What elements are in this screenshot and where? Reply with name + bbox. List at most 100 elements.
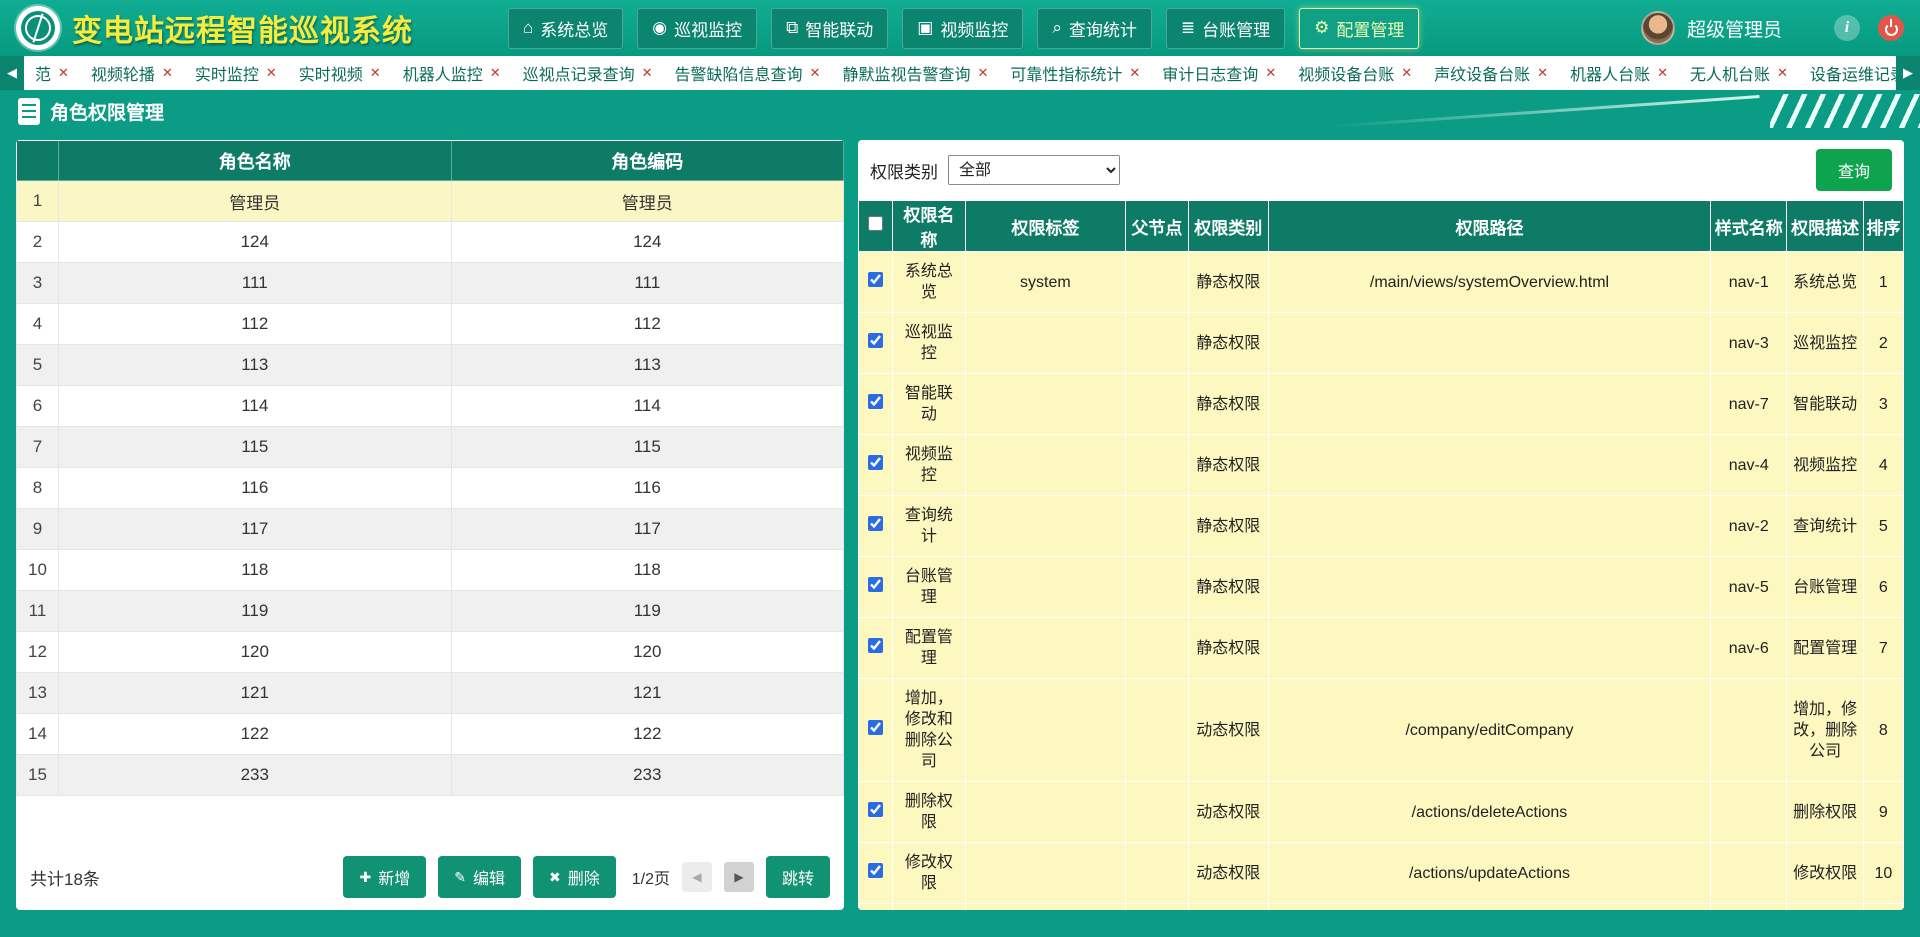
nav-item-5[interactable]: ⌕查询统计	[1037, 8, 1152, 49]
tab-4[interactable]: 实时视频✕	[288, 56, 392, 90]
permission-row: 删除权限动态权限/actions/deleteActions删除权限9	[859, 782, 1904, 843]
roles-name-header: 角色名称	[59, 141, 452, 181]
tab-close-icon[interactable]: ✕	[162, 65, 173, 81]
main-content: 角色名称 角色编码 1管理员管理员21241243111111411211251…	[0, 132, 1920, 910]
tab-close-icon[interactable]: ✕	[490, 65, 501, 81]
tab-1[interactable]: 范✕	[24, 56, 80, 90]
permission-row: 视频监控静态权限nav-4视频监控4	[859, 435, 1904, 496]
tab-close-icon[interactable]: ✕	[1777, 65, 1788, 81]
tab-close-icon[interactable]: ✕	[642, 65, 653, 81]
role-row[interactable]: 8116116	[17, 468, 844, 509]
decor-diagonal-line	[1330, 95, 1759, 128]
permission-row: 配置管理静态权限nav-6配置管理7	[859, 618, 1904, 679]
app-logo	[16, 6, 60, 50]
tab-9[interactable]: 可靠性指标统计✕	[999, 56, 1151, 90]
next-page-button[interactable]: ▶	[724, 862, 754, 892]
globe-icon	[21, 11, 55, 45]
tab-15[interactable]: 设备运维记录✕	[1799, 56, 1896, 90]
tab-13[interactable]: 机器人台账✕	[1559, 56, 1679, 90]
perm-order-header: 排序	[1863, 201, 1903, 252]
tab-close-icon[interactable]: ✕	[58, 65, 69, 81]
role-row[interactable]: 1管理员管理员	[17, 181, 844, 222]
role-row[interactable]: 7115115	[17, 427, 844, 468]
tab-6[interactable]: 巡视点记录查询✕	[512, 56, 664, 90]
role-row[interactable]: 14122122	[17, 714, 844, 755]
prev-page-button[interactable]: ◀	[682, 862, 712, 892]
row-checkbox[interactable]	[868, 516, 883, 531]
home-icon: ⌂	[523, 18, 533, 38]
user-avatar[interactable]	[1641, 11, 1675, 45]
row-checkbox[interactable]	[868, 272, 883, 287]
permission-type-select[interactable]: 全部	[948, 155, 1120, 185]
tab-close-icon[interactable]: ✕	[1129, 65, 1140, 81]
role-row[interactable]: 3111111	[17, 263, 844, 304]
tab-3[interactable]: 实时监控✕	[184, 56, 288, 90]
role-row[interactable]: 2124124	[17, 222, 844, 263]
permission-row: 巡视监控静态权限nav-3巡视监控2	[859, 313, 1904, 374]
user-area: 超级管理员 i	[1641, 11, 1904, 45]
tabs-container: 范✕视频轮播✕实时监控✕实时视频✕机器人监控✕巡视点记录查询✕告警缺陷信息查询✕…	[24, 56, 1896, 90]
info-icon[interactable]: i	[1834, 15, 1860, 41]
tab-scroll-right-icon[interactable]: ▶	[1896, 56, 1920, 90]
role-add-button[interactable]: ✚新增	[343, 856, 426, 898]
role-row[interactable]: 4112112	[17, 304, 844, 345]
tab-close-icon[interactable]: ✕	[1537, 65, 1548, 81]
roles-total: 共计18条	[30, 865, 100, 890]
tab-2[interactable]: 视频轮播✕	[80, 56, 184, 90]
role-row[interactable]: 9117117	[17, 509, 844, 550]
row-checkbox[interactable]	[868, 863, 883, 878]
row-checkbox[interactable]	[868, 720, 883, 735]
nav-item-7[interactable]: ⚙配置管理	[1299, 8, 1419, 49]
nav-item-4[interactable]: ▣视频监控	[902, 8, 1023, 49]
row-checkbox[interactable]	[868, 455, 883, 470]
role-row[interactable]: 12120120	[17, 632, 844, 673]
tab-close-icon[interactable]: ✕	[266, 65, 277, 81]
perm-parent-header: 父节点	[1126, 201, 1188, 252]
role-row[interactable]: 13121121	[17, 673, 844, 714]
tab-10[interactable]: 审计日志查询✕	[1151, 56, 1287, 90]
row-checkbox[interactable]	[868, 333, 883, 348]
user-name: 超级管理员	[1687, 15, 1782, 42]
tab-5[interactable]: 机器人监控✕	[392, 56, 512, 90]
tab-close-icon[interactable]: ✕	[810, 65, 821, 81]
row-checkbox[interactable]	[868, 638, 883, 653]
jump-page-button[interactable]: 跳转	[766, 856, 830, 898]
role-edit-button[interactable]: ✎编辑	[438, 856, 521, 898]
page-title: 角色权限管理	[50, 98, 164, 125]
nav-item-1[interactable]: ⌂系统总览	[508, 8, 623, 49]
role-row[interactable]: 6114114	[17, 386, 844, 427]
row-checkbox[interactable]	[868, 802, 883, 817]
tab-8[interactable]: 静默监视告警查询✕	[831, 56, 999, 90]
perm-path-header: 权限路径	[1268, 201, 1710, 252]
tab-12[interactable]: 声纹设备台账✕	[1423, 56, 1559, 90]
select-all-checkbox[interactable]	[868, 216, 883, 231]
nav-item-3[interactable]: ⧉智能联动	[771, 8, 888, 49]
power-icon[interactable]	[1878, 15, 1904, 41]
decor-stripes	[1770, 94, 1920, 128]
tab-scroll-left-icon[interactable]: ◀	[0, 56, 24, 90]
roles-index-header	[17, 141, 59, 181]
tab-11[interactable]: 视频设备台账✕	[1287, 56, 1423, 90]
row-checkbox[interactable]	[868, 394, 883, 409]
row-checkbox[interactable]	[868, 577, 883, 592]
tab-close-icon[interactable]: ✕	[1265, 65, 1276, 81]
permissions-table-body: 系统总览system静态权限/main/views/systemOverview…	[859, 252, 1904, 911]
permission-row: 增加，修改和删除公司动态权限/company/editCompany增加，修改，…	[859, 679, 1904, 782]
role-row[interactable]: 11119119	[17, 591, 844, 632]
tab-close-icon[interactable]: ✕	[977, 65, 988, 81]
tab-close-icon[interactable]: ✕	[1657, 65, 1668, 81]
role-row[interactable]: 15233233	[17, 755, 844, 796]
perm-name-header: 权限名称	[893, 201, 965, 252]
role-row[interactable]: 10118118	[17, 550, 844, 591]
permissions-table: 权限名称 权限标签 父节点 权限类别 权限路径 样式名称 权限描述 排序 系统总…	[858, 200, 1904, 910]
role-row[interactable]: 5113113	[17, 345, 844, 386]
tab-bar: ◀ 范✕视频轮播✕实时监控✕实时视频✕机器人监控✕巡视点记录查询✕告警缺陷信息查…	[0, 56, 1920, 90]
role-delete-button[interactable]: ✖删除	[533, 856, 616, 898]
query-button[interactable]: 查询	[1816, 149, 1892, 191]
tab-close-icon[interactable]: ✕	[370, 65, 381, 81]
tab-7[interactable]: 告警缺陷信息查询✕	[664, 56, 832, 90]
tab-close-icon[interactable]: ✕	[1401, 65, 1412, 81]
nav-item-2[interactable]: ◉巡视监控	[637, 8, 757, 49]
tab-14[interactable]: 无人机台账✕	[1679, 56, 1799, 90]
nav-item-6[interactable]: ≣台账管理	[1166, 8, 1285, 49]
